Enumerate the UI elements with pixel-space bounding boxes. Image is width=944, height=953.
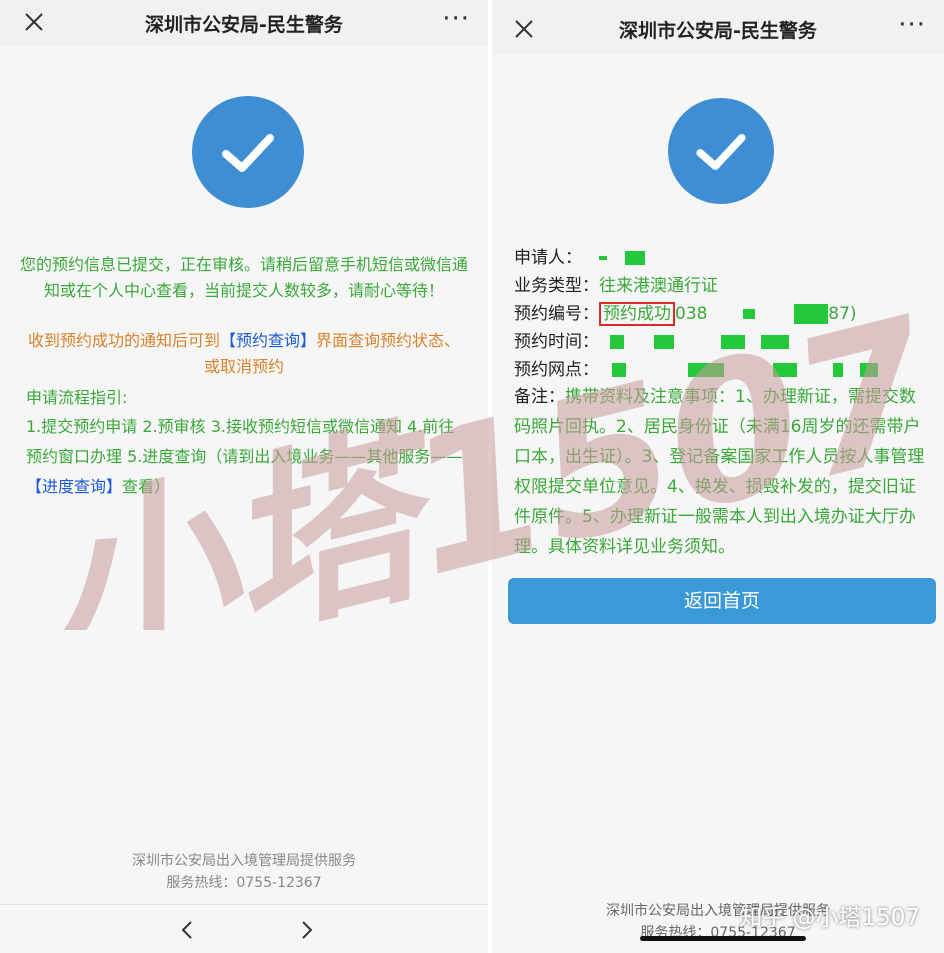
browser-nav-bar — [0, 904, 488, 953]
query-hint-prefix: 收到预约成功的通知后可到 — [27, 331, 220, 350]
footer-provider: 深圳市公安局出入境管理局提供服务 — [132, 853, 356, 869]
guide-title: 申请流程指引: — [26, 388, 128, 407]
redaction-blot — [794, 304, 829, 324]
chevron-right-icon[interactable] — [296, 919, 318, 941]
guide-steps: 1.提交预约申请 2.预审核 3.接收预约短信或微信通知 4.前往预约窗口办理 … — [26, 412, 466, 502]
booking-site-label: 预约网点： — [514, 360, 599, 380]
query-hint: 收到预约成功的通知后可到【预约查询】界面查询预约状态、或取消预约 — [20, 328, 468, 380]
redaction-blot — [653, 335, 674, 349]
checkmark-icon — [222, 134, 274, 172]
redaction-blot — [599, 256, 608, 260]
redaction-blot — [624, 251, 645, 265]
redaction-blot — [773, 363, 798, 377]
right-screen: 深圳市公安局-民生警务 ··· 申请人： 业务类型：往来港澳通行证 预约编号：预… — [492, 0, 944, 953]
redaction-blot — [721, 335, 746, 349]
service-footer: 深圳市公安局出入境管理局提供服务 服务热线：0755-12367 — [0, 850, 488, 894]
author-credit: 知乎 @小塔1507 — [739, 905, 920, 931]
redaction-blot — [860, 363, 879, 377]
business-type-label: 业务类型： — [514, 276, 599, 296]
redaction-blot — [612, 363, 627, 377]
checkmark-icon — [696, 133, 746, 170]
booking-time-row: 预约时间： — [514, 328, 930, 356]
footer-hotline: 服务热线：0755-12367 — [166, 875, 322, 891]
booking-number-label: 预约编号： — [514, 304, 599, 324]
left-screen: 深圳市公安局-民生警务 ··· 您的预约信息已提交，正在审核。请稍后留意手机短信… — [0, 0, 488, 953]
booking-time-label: 预约时间： — [514, 332, 599, 352]
more-icon[interactable]: ··· — [442, 4, 470, 34]
chevron-left-icon[interactable] — [176, 919, 198, 941]
return-home-button[interactable]: 返回首页 — [508, 578, 936, 624]
success-check-badge — [668, 98, 774, 204]
redaction-blot — [832, 363, 843, 377]
booking-number-suffix: 87) — [828, 304, 857, 324]
more-icon[interactable]: ··· — [898, 10, 926, 40]
redaction-blot — [687, 363, 724, 377]
page-title: 深圳市公安局-民生警务 — [619, 20, 817, 42]
success-check-badge — [192, 96, 304, 208]
progress-query-link[interactable]: 【进度查询】 — [26, 477, 122, 496]
guide-steps-suffix: 查看） — [122, 477, 171, 496]
business-type-value: 往来港澳通行证 — [599, 276, 718, 296]
page-title: 深圳市公安局-民生警务 — [145, 14, 343, 36]
redaction-blot — [610, 335, 625, 349]
business-type-row: 业务类型：往来港澳通行证 — [514, 272, 930, 300]
home-indicator — [640, 936, 806, 941]
booking-number-row: 预约编号： 预约成功 038 87) — [514, 300, 930, 328]
guide-steps-text: 1.提交预约申请 2.预审核 3.接收预约短信或微信通知 4.前往预约窗口办理 … — [26, 417, 463, 466]
redaction-blot — [742, 309, 755, 319]
booking-query-link[interactable]: 【预约查询】 — [220, 331, 316, 350]
top-bar: 深圳市公安局-民生警务 ··· — [0, 0, 488, 46]
applicant-row: 申请人： — [514, 244, 930, 272]
redaction-blot — [760, 335, 789, 349]
remark-block: 备注：携带资料及注意事项：1、办理新证，需提交数码照片回执。2、居民身份证（未满… — [514, 382, 930, 562]
remark-label: 备注： — [514, 387, 565, 407]
applicant-label: 申请人： — [514, 248, 582, 268]
booking-status: 预约成功 — [599, 302, 675, 326]
booking-number-prefix: 038 — [675, 304, 708, 324]
booking-site-row: 预约网点： — [514, 356, 930, 384]
remark-text: 携带资料及注意事项：1、办理新证，需提交数码照片回执。2、居民身份证（未满16周… — [514, 387, 925, 557]
submitted-message: 您的预约信息已提交，正在审核。请稍后留意手机短信或微信通知或在个人中心查看，当前… — [20, 255, 469, 300]
top-bar: 深圳市公安局-民生警务 ··· — [492, 0, 944, 54]
